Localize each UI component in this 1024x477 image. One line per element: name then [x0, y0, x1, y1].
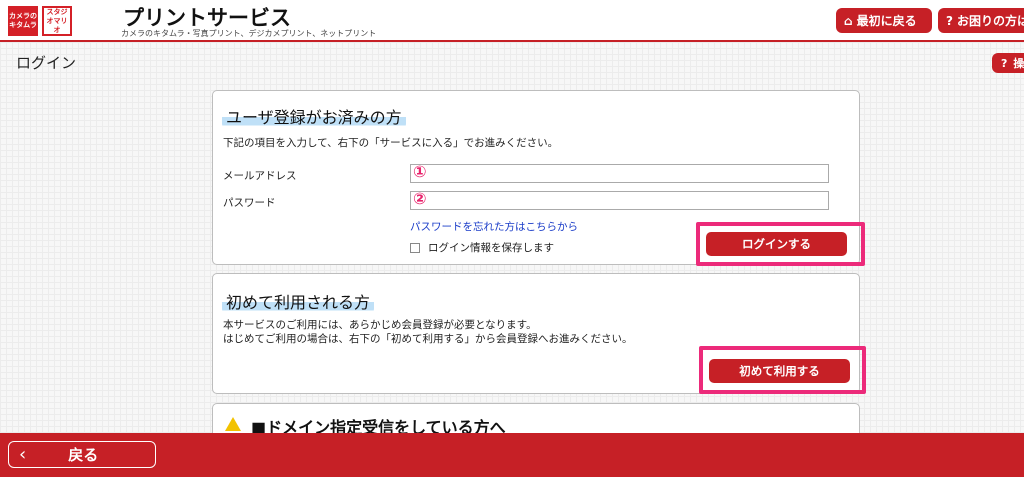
checkbox-box[interactable] [410, 242, 420, 253]
studio-mario-logo[interactable]: スタジオマリオ [42, 6, 72, 36]
login-card-title: ユーザ登録がお済みの方 [222, 104, 406, 128]
password-label: パスワード [223, 197, 276, 209]
login-highlight: ログインする [696, 222, 865, 266]
home-icon: ⌂ [844, 13, 853, 28]
back-button-label: 戻る [68, 446, 99, 464]
step-2-badge: ② [413, 189, 427, 208]
new-user-description-line1: 本サービスのご利用には、あらかじめ会員登録が必要となります。 [223, 319, 537, 331]
operation-help-label: 操 [1013, 57, 1024, 70]
chevron-left-icon: ‹ [19, 444, 27, 465]
start-highlight: 初めて利用する [699, 346, 866, 394]
help-button-label: お困りの方は [956, 14, 1024, 28]
question-icon: ? [1001, 56, 1008, 70]
new-user-description: 本サービスのご利用には、あらかじめ会員登録が必要となります。 はじめてご利用の場… [223, 318, 633, 346]
app-header: カメラのキタムラ スタジオマリオ プリントサービス カメラのキタムラ・写真プリン… [0, 0, 1024, 42]
forgot-password-link[interactable]: パスワードを忘れた方はこちらから [410, 219, 578, 234]
password-field[interactable] [410, 191, 829, 210]
new-user-description-line2: はじめてご利用の場合は、右下の「初めて利用する」から会員登録へお進みください。 [223, 333, 633, 345]
app-subtitle: カメラのキタムラ・写真プリント、デジカメプリント、ネットプリント [121, 29, 377, 38]
new-user-card: 初めて利用される方 本サービスのご利用には、あらかじめ会員登録が必要となります。… [212, 273, 866, 394]
first-use-button[interactable]: 初めて利用する [709, 359, 850, 383]
home-button[interactable]: ⌂ 最初に戻る [836, 8, 932, 33]
page-title: ログイン [16, 54, 77, 72]
footer-bar: ‹ 戻る [0, 433, 1024, 477]
email-field[interactable] [410, 164, 829, 183]
operation-help-button[interactable]: ? 操 [992, 53, 1024, 73]
step-1-badge: ① [413, 162, 427, 181]
home-button-label: 最初に戻る [856, 14, 917, 28]
login-button[interactable]: ログインする [706, 232, 847, 256]
warning-icon [225, 417, 241, 431]
kitamura-logo[interactable]: カメラのキタムラ [8, 6, 38, 36]
remember-login-label: ログイン情報を保存します [428, 242, 554, 254]
question-icon: ? [946, 13, 953, 28]
new-user-card-title: 初めて利用される方 [222, 289, 375, 313]
help-button[interactable]: ? お困りの方は [938, 8, 1024, 33]
login-card: ユーザ登録がお済みの方 下記の項目を入力して、右下の「サービスに入る」でお進みく… [212, 90, 865, 266]
login-card-description: 下記の項目を入力して、右下の「サービスに入る」でお進みください。 [223, 137, 559, 149]
back-button[interactable]: ‹ 戻る [8, 441, 156, 468]
remember-login-checkbox[interactable]: ログイン情報を保存します [410, 240, 554, 255]
email-label: メールアドレス [223, 170, 297, 182]
